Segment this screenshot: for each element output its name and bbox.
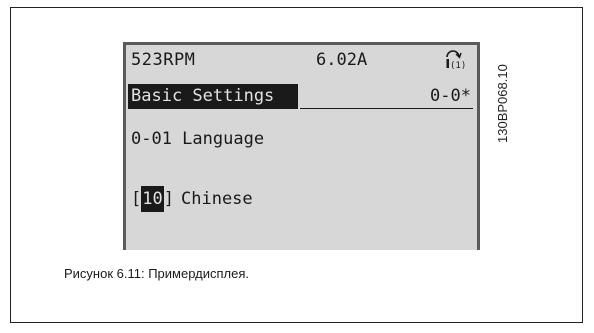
figure-code: 130BP068.10 [477,38,510,143]
menu-code: 0-0* [430,86,471,106]
setup-1-icon-graphic: (1) [446,50,466,71]
svg-text:(1): (1) [450,61,465,71]
bracket-close: ] [163,189,174,209]
value-line: [10] Chinese [126,186,477,212]
speed-readout: 523RPM [131,50,196,70]
current-readout: 6.02A [316,50,368,70]
value-index: [10] [131,186,174,212]
menu-title: Basic Settings [128,84,298,109]
parameter-line: 0-01 Language [126,127,477,151]
setup-1-icon: (1) [441,49,466,71]
figure-caption: Рисунок 6.11: Примердисплея. [64,266,249,281]
parameter-label: 0-01 Language [131,129,265,149]
lcd-display: 523RPM 6.02A (1) Basic Settings 0-0* 0-0… [123,42,480,250]
bracket-open: [ [131,189,142,209]
status-line: 523RPM 6.02A (1) [126,48,477,72]
value-label: Chinese [181,189,253,209]
figure-code-text: 130BP068.10 [495,64,510,143]
menu-line: Basic Settings 0-0* [126,84,477,109]
value-number: 10 [141,186,164,212]
